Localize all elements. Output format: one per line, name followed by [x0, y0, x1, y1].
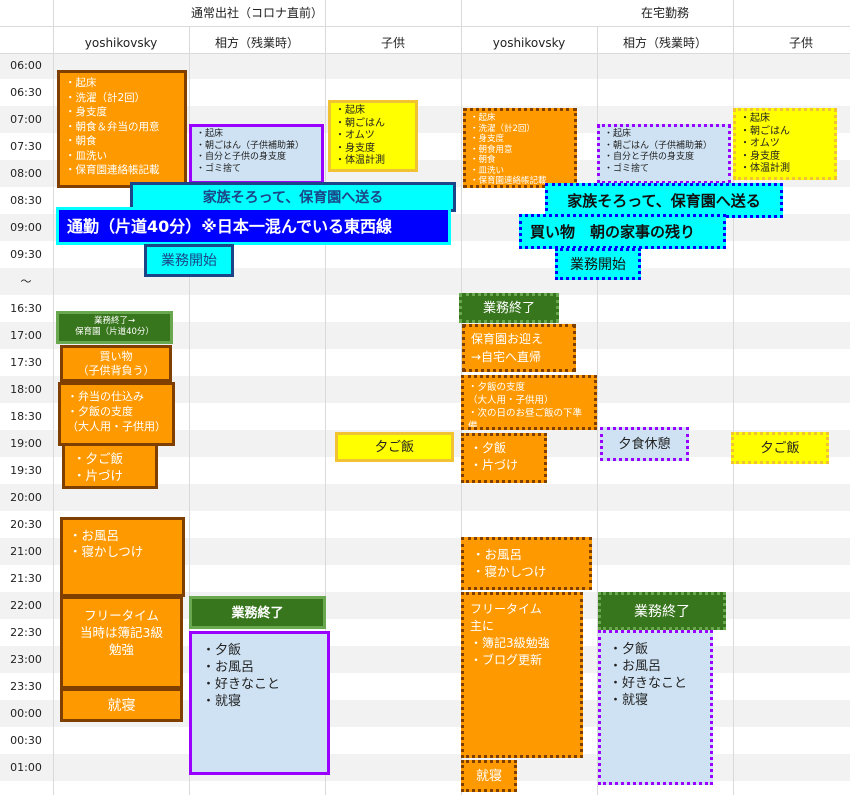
time-label: 16:30	[10, 302, 42, 315]
time-label: 20:30	[10, 518, 42, 531]
time-label: 08:30	[10, 194, 42, 207]
office-self-morning-tasks: ・起床 ・洗濯（計2回） ・身支度 ・朝食＆弁当の用意 ・朝食 ・皿洗い ・保育…	[57, 70, 187, 188]
column-header: yoshikovsky	[84, 36, 158, 50]
time-label: 20:00	[10, 491, 42, 504]
office-child-morning-tasks: ・起床 ・朝ごはん ・オムツ ・身支度 ・体温計測	[328, 100, 418, 172]
time-label: 23:00	[10, 653, 42, 666]
time-label: 22:00	[10, 599, 42, 612]
time-label: 21:00	[10, 545, 42, 558]
time-label: 19:30	[10, 464, 42, 477]
time-label: 19:00	[10, 437, 42, 450]
time-row	[0, 268, 850, 295]
time-label: 18:30	[10, 410, 42, 423]
time-label: 07:30	[10, 140, 42, 153]
remote-partner-morning-tasks: ・起床 ・朝ごはん（子供補助兼） ・自分と子供の身支度 ・ゴミ捨て	[597, 124, 731, 184]
time-label: 06:00	[10, 59, 42, 72]
column-header: 子供	[788, 36, 813, 50]
office-bath-bedtime: ・お風呂 ・寝かしつけ	[60, 517, 185, 597]
remote-daycare-pickup: 保育園お迎え →自宅へ直帰	[462, 324, 576, 372]
remote-partner-work-end: 業務終了	[598, 592, 726, 630]
office-free-time: フリータイム 当時は簿記3級 勉強	[60, 596, 183, 689]
group-header-office: 通常出社（コロナ直前）	[190, 6, 323, 20]
remote-partner-dinner-break: 夕食休憩	[600, 427, 689, 461]
remote-self-dinner: ・夕飯 ・片づけ	[461, 433, 547, 483]
remote-child-morning-tasks: ・起床 ・朝ごはん ・オムツ ・身支度 ・体温計測	[733, 108, 837, 180]
office-self-dinner: ・夕ご飯 ・片づけ	[62, 443, 158, 489]
office-evening-prep: ・弁当の仕込み ・夕飯の支度 （大人用・子供用）	[58, 382, 175, 446]
remote-partner-night: ・夕飯 ・お風呂 ・好きなこと ・就寝	[598, 630, 713, 785]
time-label: 07:00	[10, 113, 42, 126]
time-label: ～	[20, 275, 32, 288]
column-header: 相方（残業時）	[214, 36, 299, 50]
time-label: 23:30	[10, 680, 42, 693]
grid-line	[53, 0, 54, 795]
time-label: 01:00	[10, 761, 42, 774]
time-label: 09:30	[10, 248, 42, 261]
remote-evening-prep: ・夕飯の支度 （大人用・子供用） ・次の日のお昼ご飯の下準備	[461, 375, 597, 430]
remote-work-end: 業務終了	[459, 293, 559, 323]
remote-sleep: 就寝	[461, 760, 517, 792]
time-label: 22:30	[10, 626, 42, 639]
office-shopping: 買い物 （子供背負う）	[60, 345, 172, 382]
remote-shopping-chores: 買い物 朝の家事の残り	[519, 214, 726, 249]
remote-family-daycare-dropoff: 家族そろって、保育園へ送る	[545, 183, 783, 218]
column-header: 子供	[380, 36, 405, 50]
time-row	[0, 781, 850, 795]
column-header: 相方（残業時）	[622, 36, 707, 50]
time-label: 18:00	[10, 383, 42, 396]
time-label: 06:30	[10, 86, 42, 99]
time-row	[0, 727, 850, 754]
grid-line	[0, 26, 850, 27]
office-commute: 通勤（片道40分）※日本一混んでいる東西線	[56, 207, 451, 245]
time-label: 17:30	[10, 356, 42, 369]
time-label: 17:00	[10, 329, 42, 342]
time-row	[0, 754, 850, 781]
remote-bath-bedtime: ・お風呂 ・寝かしつけ	[461, 537, 592, 590]
office-partner-morning-tasks: ・起床 ・朝ごはん（子供補助兼） ・自分と子供の身支度 ・ゴミ捨て	[189, 124, 324, 184]
office-sleep: 就寝	[60, 688, 183, 722]
time-label: 09:00	[10, 221, 42, 234]
time-label: 21:30	[10, 572, 42, 585]
office-partner-work-end: 業務終了	[189, 596, 326, 629]
group-header-remote: 在宅勤務	[640, 6, 689, 20]
remote-work-start: 業務開始	[555, 248, 641, 280]
remote-free-time: フリータイム 主に ・簿記3級勉強 ・ブログ更新	[461, 592, 583, 758]
time-label: 08:00	[10, 167, 42, 180]
time-label: 00:00	[10, 707, 42, 720]
office-child-dinner: 夕ご飯	[335, 432, 454, 462]
time-label: 00:30	[10, 734, 42, 747]
office-partner-night: ・夕飯 ・お風呂 ・好きなこと ・就寝	[189, 631, 330, 775]
office-work-start: 業務開始	[144, 244, 234, 277]
remote-child-dinner: 夕ご飯	[731, 432, 829, 464]
column-header: yoshikovsky	[492, 36, 566, 50]
office-work-end-to-daycare: 業務終了→ 保育園（片道40分）	[56, 311, 173, 344]
remote-self-morning-tasks: ・起床 ・洗濯（計2回） ・身支度 ・朝食用意 ・朝食 ・皿洗い ・保育園連絡帳…	[463, 108, 577, 188]
